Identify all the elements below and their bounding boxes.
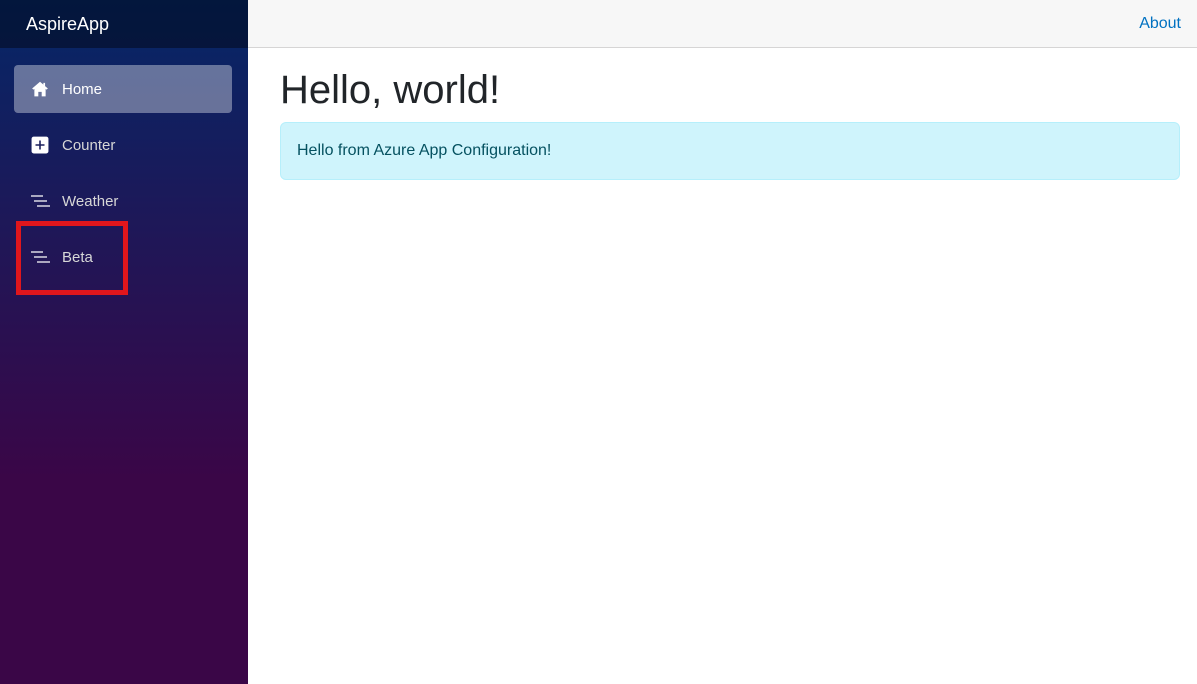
sidebar-item-label: Counter	[62, 136, 116, 154]
top-row: About	[248, 0, 1197, 48]
sidebar-item-home[interactable]: Home	[14, 65, 232, 113]
sidebar-item-counter[interactable]: Counter	[14, 121, 232, 169]
about-link[interactable]: About	[1139, 15, 1181, 33]
nav-menu: Home Counter Weather Beta	[0, 48, 248, 281]
house-icon	[30, 79, 50, 99]
app-shell: AspireApp Home Counter Weather Beta Abou…	[0, 0, 1197, 684]
list-nested-icon	[30, 247, 50, 267]
sidebar-item-beta[interactable]: Beta	[14, 233, 232, 281]
alert-message: Hello from Azure App Configuration!	[297, 142, 552, 159]
list-nested-icon	[30, 191, 50, 211]
content: Hello, world! Hello from Azure App Confi…	[248, 48, 1197, 180]
info-alert: Hello from Azure App Configuration!	[280, 122, 1180, 180]
main-area: About Hello, world! Hello from Azure App…	[248, 0, 1197, 684]
sidebar-item-label: Home	[62, 80, 103, 98]
page-title: Hello, world!	[280, 68, 501, 112]
sidebar: AspireApp Home Counter Weather Beta	[0, 0, 248, 684]
brand-bar: AspireApp	[0, 0, 248, 48]
brand-link[interactable]: AspireApp	[26, 14, 109, 35]
sidebar-item-label: Beta	[62, 248, 93, 266]
plus-square-icon	[30, 135, 50, 155]
sidebar-item-weather[interactable]: Weather	[14, 177, 232, 225]
sidebar-item-label: Weather	[62, 192, 119, 210]
